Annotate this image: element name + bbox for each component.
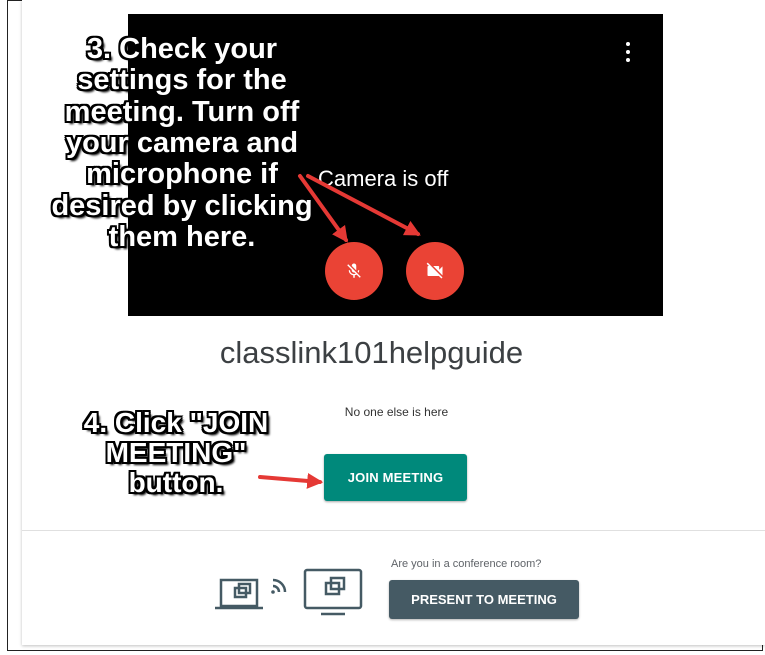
cast-to-screen-icon: [215, 568, 363, 616]
step-3-annotation: 3. Check your settings for the meeting. …: [32, 33, 332, 253]
present-to-meeting-button[interactable]: PRESENT TO MEETING: [389, 580, 579, 619]
mic-off-icon: [347, 263, 361, 278]
annotation-line: MEETING": [105, 437, 247, 469]
annotation-line: meeting. Turn off: [64, 95, 300, 128]
annotation-line: microphone if: [86, 158, 278, 191]
section-divider: [22, 530, 765, 531]
annotation-line: desired by clicking: [51, 189, 313, 222]
annotation-line: button.: [128, 467, 224, 499]
step-4-annotation: 4. Click "JOIN MEETING" button.: [46, 407, 306, 499]
annotation-line: 4. Click "JOIN: [83, 407, 269, 438]
videocam-off-icon: [426, 262, 443, 279]
meeting-name: classlink101helpguide: [219, 335, 524, 370]
camera-status-text: Camera is off: [318, 166, 449, 191]
annotation-line: 3. Check your: [86, 33, 278, 65]
annotation-line: settings for the: [77, 64, 287, 97]
join-meeting-button[interactable]: JOIN MEETING: [324, 454, 467, 501]
microphone-toggle-button[interactable]: [325, 242, 383, 300]
annotation-line: your camera and: [65, 126, 299, 159]
camera-toggle-button[interactable]: [406, 242, 464, 300]
more-options-icon[interactable]: [625, 42, 631, 62]
annotation-line: them here.: [108, 220, 256, 253]
conference-room-question: Are you in a conference room?: [391, 558, 542, 570]
